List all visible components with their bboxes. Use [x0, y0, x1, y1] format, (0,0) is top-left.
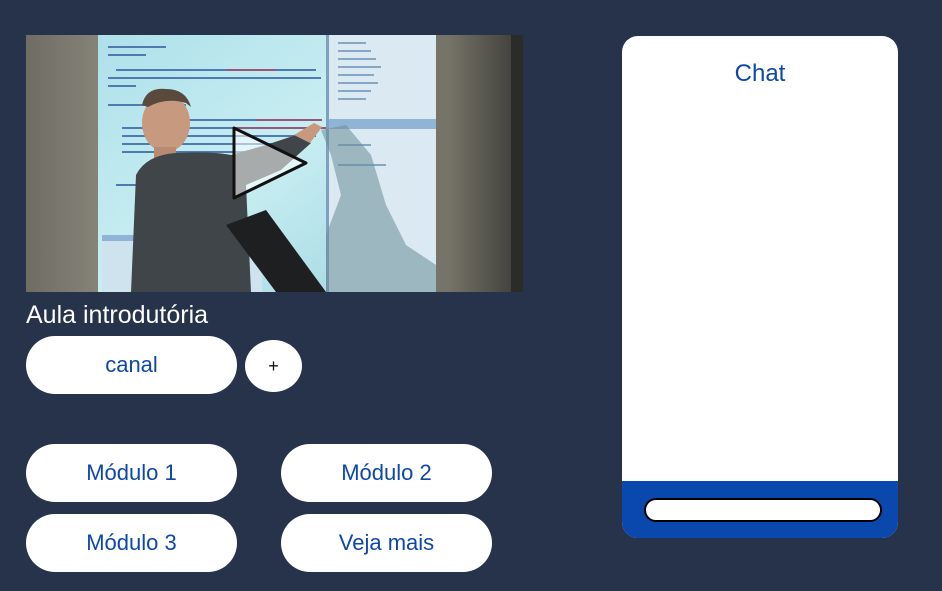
video-title: Aula introdutória: [26, 301, 209, 329]
chat-message-input[interactable]: [644, 498, 882, 522]
video-player[interactable]: [26, 35, 523, 292]
see-more-button[interactable]: Veja mais: [281, 514, 492, 572]
play-icon[interactable]: [228, 124, 310, 202]
chat-title: Chat: [734, 60, 786, 87]
module-2-button[interactable]: Módulo 2: [281, 444, 492, 502]
channel-button[interactable]: canal: [26, 336, 237, 394]
module-3-button[interactable]: Módulo 3: [26, 514, 237, 572]
chat-panel: Chat: [622, 36, 898, 538]
module-1-button[interactable]: Módulo 1: [26, 444, 237, 502]
add-channel-button[interactable]: +: [245, 340, 302, 392]
chat-footer: [622, 481, 898, 538]
